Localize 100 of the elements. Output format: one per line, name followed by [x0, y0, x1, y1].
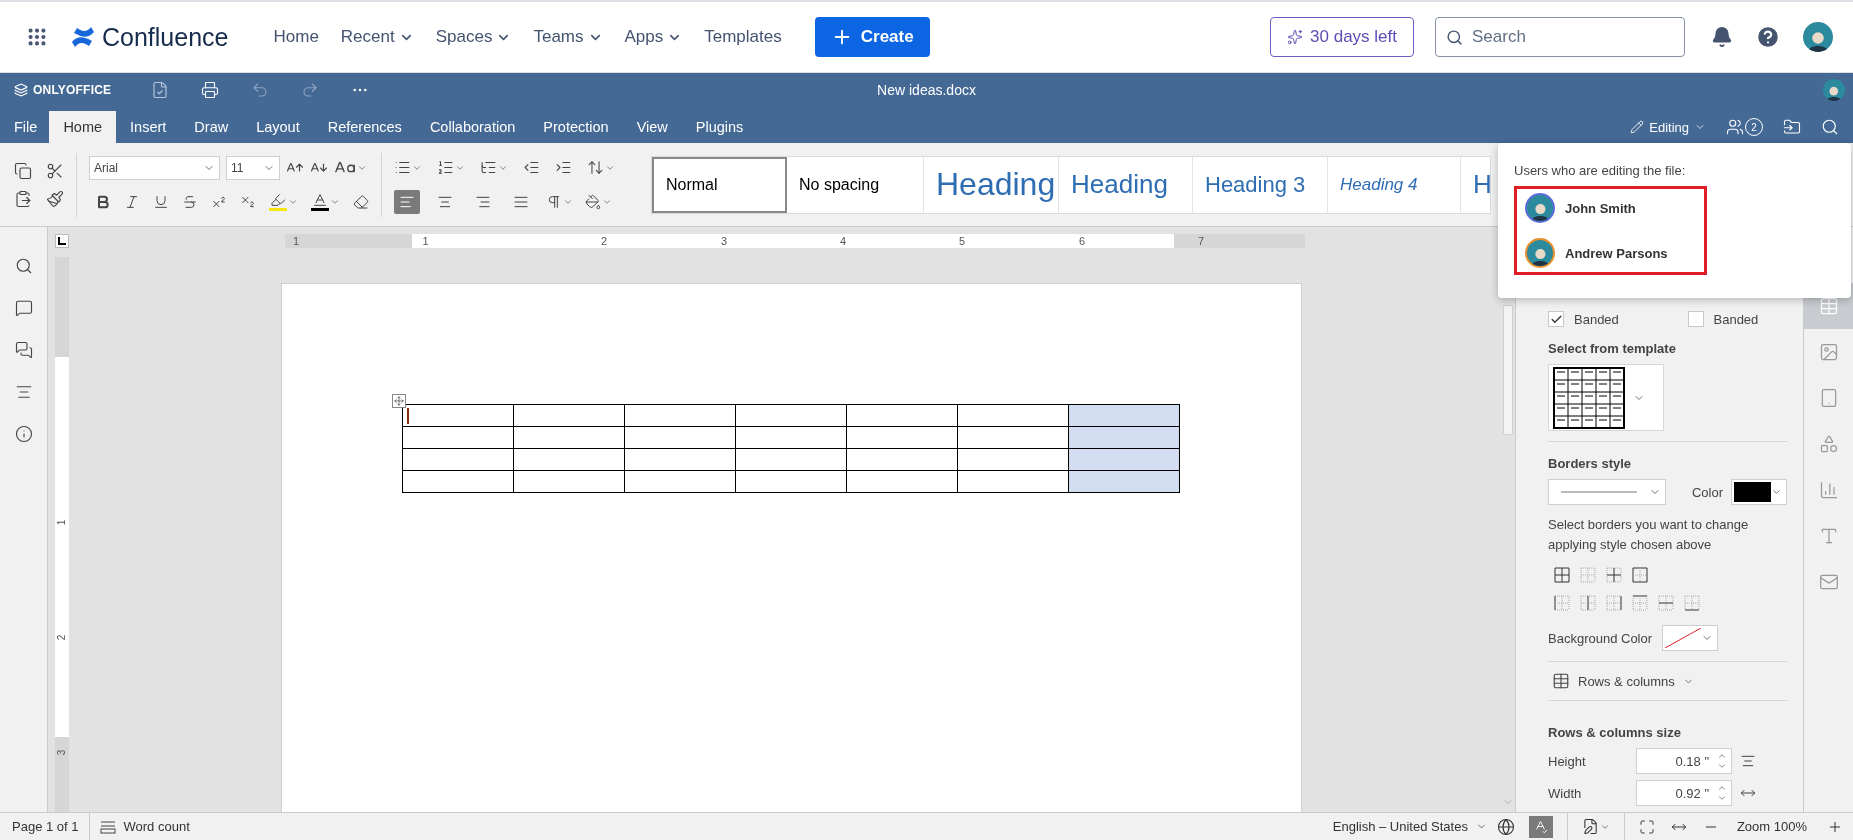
shading-icon[interactable]	[585, 193, 601, 210]
cut-icon[interactable]	[46, 161, 64, 180]
menu-tab[interactable]: Home	[49, 111, 117, 143]
info-icon[interactable]	[14, 425, 33, 443]
bold-icon[interactable]	[95, 193, 111, 210]
menu-tab[interactable]: Layout	[242, 111, 314, 143]
font-color-icon[interactable]	[312, 192, 328, 208]
menu-tab[interactable]: Plugins	[681, 111, 758, 143]
nav-link[interactable]: Templates	[693, 21, 793, 53]
user-avatar[interactable]	[1803, 22, 1833, 52]
nav-link[interactable]: Spaces	[424, 21, 523, 53]
table-cell[interactable]	[957, 404, 1069, 427]
table-cell[interactable]	[624, 404, 736, 427]
menu-tab[interactable]: Draw	[180, 111, 243, 143]
confluence-logo[interactable]: Confluence	[102, 22, 229, 52]
border-option-icon[interactable]	[1632, 595, 1648, 612]
copy-icon[interactable]	[14, 161, 32, 180]
horizontal-ruler[interactable]: 1 1 2 3 4 5 6 7	[285, 234, 1305, 248]
increase-indent-icon[interactable]	[555, 159, 572, 176]
underline-icon[interactable]	[153, 193, 169, 210]
tab-stop-button[interactable]	[55, 234, 69, 248]
border-option-icon[interactable]	[1632, 567, 1648, 584]
app-switcher-icon[interactable]	[26, 26, 48, 48]
height-field[interactable]: 0.18 "	[1636, 748, 1732, 774]
table-move-handle[interactable]	[392, 394, 406, 408]
background-color-select[interactable]	[1662, 625, 1719, 652]
menu-tab[interactable]: Insert	[116, 111, 181, 143]
menu-tab[interactable]: File	[2, 111, 50, 143]
user-avatar[interactable]	[1823, 79, 1845, 101]
search-icon[interactable]	[14, 257, 33, 275]
scrollbar-thumb[interactable]	[1503, 305, 1513, 435]
italic-icon[interactable]	[124, 193, 140, 210]
nav-link[interactable]: Recent	[329, 21, 425, 53]
highlight-icon[interactable]	[270, 192, 286, 208]
nav-link[interactable]: Teams	[522, 21, 614, 53]
pilcrow-icon[interactable]	[546, 193, 562, 210]
menu-tab[interactable]: Protection	[529, 111, 623, 143]
border-option-icon[interactable]	[1606, 567, 1622, 584]
style-preset[interactable]: No spacing	[787, 156, 924, 213]
table-cell[interactable]	[402, 426, 514, 449]
border-option-icon[interactable]	[1606, 595, 1622, 612]
trial-button[interactable]: 30 days left	[1270, 17, 1414, 57]
nav-link[interactable]: Apps	[613, 21, 694, 53]
create-button[interactable]: Create	[814, 17, 930, 57]
font-size-select[interactable]: 11	[226, 155, 280, 180]
paste-icon[interactable]	[14, 189, 32, 208]
table-cell[interactable]	[402, 470, 514, 493]
decrease-indent-icon[interactable]	[523, 159, 540, 176]
help-icon[interactable]	[1755, 24, 1781, 50]
border-option-icon[interactable]	[1658, 595, 1674, 612]
language-select[interactable]: English – United States	[1332, 819, 1487, 834]
checkbox[interactable]	[1548, 311, 1564, 327]
align-button[interactable]	[394, 189, 420, 214]
fit-page-icon[interactable]	[1638, 818, 1655, 835]
search-icon[interactable]	[1821, 118, 1839, 136]
globe-icon[interactable]	[1496, 817, 1515, 836]
word-count-button[interactable]: Word count	[99, 819, 190, 834]
border-option-icon[interactable]	[1684, 595, 1700, 612]
strikethrough-icon[interactable]	[182, 193, 198, 210]
table-cell[interactable]	[402, 404, 514, 427]
menu-tab[interactable]: References	[313, 111, 416, 143]
width-field[interactable]: 0.92 "	[1636, 780, 1732, 806]
table-cell[interactable]	[846, 404, 958, 427]
rows-columns-button[interactable]: Rows & columns	[1548, 672, 1787, 691]
sparkles-icon[interactable]	[1287, 29, 1304, 45]
style-preset[interactable]: Heading	[1059, 156, 1193, 213]
style-preset[interactable]: Heading 4	[1328, 156, 1461, 213]
open-location-icon[interactable]	[1783, 118, 1801, 136]
users-button[interactable]: 2	[1726, 118, 1763, 136]
eraser-icon[interactable]	[353, 193, 369, 210]
checkbox[interactable]	[1687, 311, 1704, 327]
multilevel-list-icon[interactable]	[480, 159, 497, 176]
track-changes-icon[interactable]	[1581, 818, 1599, 835]
print-icon[interactable]	[201, 81, 220, 99]
nav-link[interactable]: Home	[262, 21, 330, 53]
editing-mode-button[interactable]: Editing	[1630, 119, 1706, 135]
page-count[interactable]: Page 1 of 1	[12, 819, 79, 834]
comments-icon[interactable]	[14, 299, 33, 317]
style-preset[interactable]: Heading	[924, 156, 1059, 213]
font-select[interactable]: Arial	[89, 155, 220, 180]
border-color-select[interactable]	[1731, 479, 1787, 506]
border-option-icon[interactable]	[1580, 595, 1596, 612]
menu-tab[interactable]: View	[622, 111, 682, 143]
format-painter-icon[interactable]	[46, 189, 64, 208]
spellcheck-button[interactable]	[1528, 815, 1553, 838]
table-cell[interactable]	[402, 448, 514, 471]
chat-icon[interactable]	[14, 341, 33, 359]
table-cell[interactable]	[735, 404, 847, 427]
save-icon[interactable]	[151, 81, 170, 99]
template-select[interactable]	[1548, 364, 1664, 432]
menu-tab[interactable]: Collaboration	[415, 111, 530, 143]
vertical-ruler[interactable]: 1 2 3	[55, 257, 69, 812]
navigation-icon[interactable]	[14, 383, 33, 401]
bullet-list-icon[interactable]	[394, 159, 411, 176]
numbered-list-icon[interactable]	[437, 159, 454, 176]
border-option-icon[interactable]	[1554, 567, 1570, 584]
notifications-icon[interactable]	[1711, 26, 1733, 48]
border-option-icon[interactable]	[1554, 595, 1570, 612]
table-cell[interactable]	[513, 404, 625, 427]
line-spacing-icon[interactable]	[587, 159, 604, 176]
